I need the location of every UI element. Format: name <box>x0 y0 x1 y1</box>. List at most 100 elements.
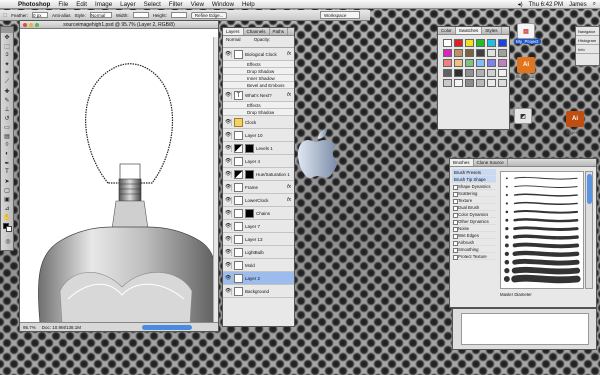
notes-tool-icon[interactable]: ▣ <box>1 195 13 203</box>
blend-mode-select[interactable]: Normal <box>226 37 241 42</box>
color-swatch[interactable] <box>443 69 452 77</box>
color-swatch[interactable] <box>454 59 463 67</box>
visibility-eye-icon[interactable]: 👁 <box>225 235 232 243</box>
quick-mask-icon[interactable]: ◎ <box>2 237 14 245</box>
color-swatch[interactable] <box>487 59 496 67</box>
menu-filter[interactable]: Filter <box>165 1 187 8</box>
vertical-scrollbar[interactable] <box>213 37 218 323</box>
brush-option-item[interactable]: Smoothing <box>452 246 496 253</box>
color-swatch[interactable] <box>498 59 507 67</box>
visibility-eye-icon[interactable]: 👁 <box>225 248 232 256</box>
volume-icon[interactable]: ◂) <box>518 1 523 8</box>
menu-help[interactable]: Help <box>238 1 259 8</box>
antialias-checkbox[interactable]: Anti-alias <box>52 13 71 18</box>
blur-tool-icon[interactable]: ◊ <box>1 141 13 149</box>
minimize-window-button[interactable] <box>29 23 33 27</box>
color-swatch[interactable] <box>476 79 485 87</box>
zoom-level[interactable]: 95.7% <box>23 325 36 330</box>
color-swatch[interactable] <box>454 39 463 47</box>
layer-row[interactable]: 👁 Layer 10 <box>223 129 294 142</box>
desktop-icon-label[interactable]: My_Project <box>514 39 541 44</box>
brush-presets-item[interactable]: Brush Presets <box>452 169 496 176</box>
layer-effect-row[interactable]: Inner Shadow <box>223 75 294 82</box>
style-select[interactable]: Normal <box>89 12 112 18</box>
layer-row[interactable]: 👁 Layer 7 <box>223 220 294 233</box>
color-swatch[interactable] <box>487 49 496 57</box>
visibility-eye-icon[interactable]: 👁 <box>225 196 232 204</box>
document-titlebar[interactable]: sourceimagehigh1.psd @ 95.7% (Layer 2, R… <box>20 21 218 29</box>
brush-option-item[interactable]: Scattering <box>452 190 496 197</box>
slice-tool-icon[interactable]: ⟋ <box>1 78 13 86</box>
menu-view[interactable]: View <box>187 1 208 8</box>
close-window-button[interactable] <box>23 23 27 27</box>
visibility-eye-icon[interactable]: 👁 <box>225 50 232 58</box>
color-swatch[interactable] <box>498 49 507 57</box>
menu-app-name[interactable]: Photoshop <box>14 1 54 8</box>
shape-tool-icon[interactable]: ▢ <box>1 186 13 194</box>
color-swatch[interactable] <box>476 69 485 77</box>
history-brush-icon[interactable]: ↺ <box>1 114 13 122</box>
layer-row[interactable]: 👁 Layer 13 <box>223 233 294 246</box>
brush-list-scrollbar[interactable] <box>585 171 593 289</box>
color-swatch[interactable] <box>498 69 507 77</box>
color-swatch[interactable] <box>476 39 485 47</box>
crop-tool-icon[interactable]: ⌗ <box>1 69 13 77</box>
brush-option-item[interactable]: Color Dynamics <box>452 211 496 218</box>
visibility-eye-icon[interactable]: 👁 <box>225 91 232 99</box>
layer-effects-icon[interactable]: fx <box>287 92 291 98</box>
dodge-tool-icon[interactable]: ◐ <box>1 150 13 158</box>
menu-select[interactable]: Select <box>140 1 165 8</box>
tab-swatches[interactable]: Swatches <box>455 27 483 34</box>
brush-option-item[interactable]: Shape Dynamics <box>452 183 496 190</box>
layer-row[interactable]: 👁 Frame fx <box>223 181 294 194</box>
clock[interactable]: Thu 6:42 PM <box>529 2 563 8</box>
brush-option-item[interactable]: Other Dynamics <box>452 218 496 225</box>
magic-wand-tool-icon[interactable]: ✦ <box>1 60 13 68</box>
menu-image[interactable]: Image <box>91 1 116 8</box>
color-swatch[interactable] <box>454 79 463 87</box>
illustrator-file-icon[interactable]: Ai <box>517 57 535 73</box>
layer-row[interactable]: 👁 T What's Next? fx <box>223 89 294 102</box>
menu-file[interactable]: File <box>54 1 72 8</box>
color-swatch[interactable] <box>454 69 463 77</box>
visibility-eye-icon[interactable]: 👁 <box>225 261 232 269</box>
background-color-swatch[interactable] <box>6 226 12 232</box>
marquee-tool-icon[interactable]: ⬚ <box>3 12 7 18</box>
tab-channels[interactable]: Channels <box>244 28 270 35</box>
workspace-button[interactable]: Workspace <box>320 11 360 19</box>
layer-effects-icon[interactable]: fx <box>287 197 291 203</box>
menu-edit[interactable]: Edit <box>72 1 91 8</box>
visibility-eye-icon[interactable]: 👁 <box>225 183 232 191</box>
tab-styles[interactable]: Styles <box>482 27 502 34</box>
info-tab[interactable]: Info <box>576 45 599 54</box>
color-swatch[interactable] <box>443 49 452 57</box>
color-swatch[interactable] <box>465 39 474 47</box>
tab-paths[interactable]: Paths <box>270 28 289 35</box>
layer-row[interactable]: 👁 Hue/Saturation 1 <box>223 168 294 181</box>
project-file-icon[interactable]: ▤ <box>517 23 535 39</box>
color-swatch[interactable] <box>476 49 485 57</box>
layer-effect-row[interactable]: Effects <box>223 102 294 109</box>
color-swatch[interactable] <box>443 39 452 47</box>
layer-row[interactable]: 👁 Levels 1 <box>223 142 294 155</box>
layer-effect-row[interactable]: Drop Shadow <box>223 109 294 116</box>
tab-brushes[interactable]: Brushes <box>450 159 474 166</box>
lasso-tool-icon[interactable]: ↄ <box>1 51 13 59</box>
color-swatch[interactable] <box>465 69 474 77</box>
type-tool-icon[interactable]: T <box>1 168 13 176</box>
layer-mask-thumbnail[interactable] <box>245 169 254 179</box>
refine-edge-button[interactable]: Refine Edge... <box>190 11 228 19</box>
zoom-window-button[interactable] <box>35 23 39 27</box>
color-swatch[interactable] <box>465 49 474 57</box>
path-select-icon[interactable]: ➤ <box>1 177 13 185</box>
healing-brush-icon[interactable]: ✚ <box>1 87 13 95</box>
brush-stroke-list[interactable] <box>500 171 584 289</box>
visibility-eye-icon[interactable]: 👁 <box>225 222 232 230</box>
visibility-eye-icon[interactable]: 👁 <box>225 209 232 217</box>
color-swatch[interactable] <box>487 69 496 77</box>
navigator-tab[interactable]: Navigator <box>576 27 599 36</box>
visibility-eye-icon[interactable]: 👁 <box>225 144 232 152</box>
eraser-tool-icon[interactable]: ▭ <box>1 123 13 131</box>
pen-tool-icon[interactable]: ✒ <box>1 159 13 167</box>
horizontal-scrollbar-thumb[interactable] <box>142 325 192 330</box>
